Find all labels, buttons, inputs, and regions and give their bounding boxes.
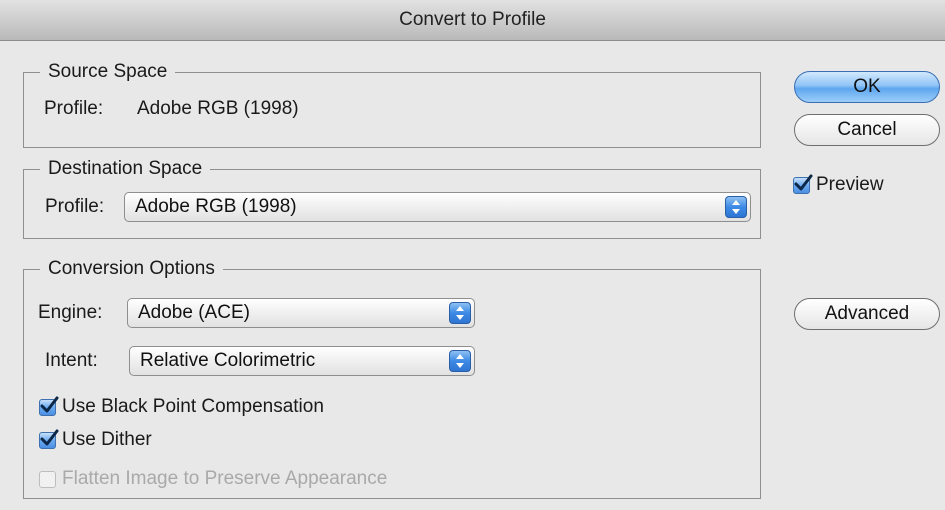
intent-label: Intent: — [45, 350, 98, 371]
source-space-legend: Source Space — [40, 60, 176, 84]
flatten-image-label: Flatten Image to Preserve Appearance — [62, 468, 388, 489]
conversion-options-legend: Conversion Options — [40, 257, 223, 281]
window-title: Convert to Profile — [399, 9, 546, 30]
destination-profile-select[interactable]: Adobe RGB (1998) — [124, 192, 751, 222]
engine-label: Engine: — [38, 302, 103, 323]
cancel-button[interactable]: Cancel — [794, 114, 940, 146]
checkbox-unchecked-icon — [39, 470, 56, 488]
black-point-compensation-checkbox[interactable]: Use Black Point Compensation — [39, 395, 324, 419]
source-profile-value: Adobe RGB (1998) — [137, 98, 299, 119]
conversion-options-group: Conversion Options Engine: Adobe (ACE) I… — [23, 257, 761, 499]
black-point-compensation-label: Use Black Point Compensation — [62, 396, 324, 417]
window-titlebar: Convert to Profile — [0, 0, 945, 41]
up-down-arrows-icon — [725, 196, 747, 218]
checkmark-icon — [39, 429, 59, 449]
up-down-arrows-icon — [449, 350, 471, 372]
engine-select[interactable]: Adobe (ACE) — [127, 298, 475, 328]
destination-profile-value: Adobe RGB (1998) — [135, 196, 297, 217]
source-space-group: Source Space Profile: Adobe RGB (1998) — [23, 60, 761, 148]
source-profile-label: Profile: — [44, 98, 104, 119]
ok-button[interactable]: OK — [794, 71, 940, 103]
engine-value: Adobe (ACE) — [138, 302, 250, 323]
up-down-arrows-icon — [449, 302, 471, 324]
checkmark-icon — [793, 174, 813, 194]
preview-label: Preview — [816, 174, 884, 195]
destination-space-group: Destination Space Profile: Adobe RGB (19… — [23, 157, 761, 239]
use-dither-checkbox[interactable]: Use Dither — [39, 428, 152, 452]
destination-space-legend: Destination Space — [40, 157, 211, 181]
preview-checkbox[interactable]: Preview — [793, 173, 884, 197]
intent-value: Relative Colorimetric — [140, 350, 316, 371]
use-dither-label: Use Dither — [62, 429, 152, 450]
advanced-button[interactable]: Advanced — [794, 298, 940, 330]
flatten-image-checkbox: Flatten Image to Preserve Appearance — [39, 467, 387, 491]
intent-select[interactable]: Relative Colorimetric — [129, 346, 475, 376]
destination-profile-label: Profile: — [45, 196, 105, 217]
checkmark-icon — [39, 396, 59, 416]
